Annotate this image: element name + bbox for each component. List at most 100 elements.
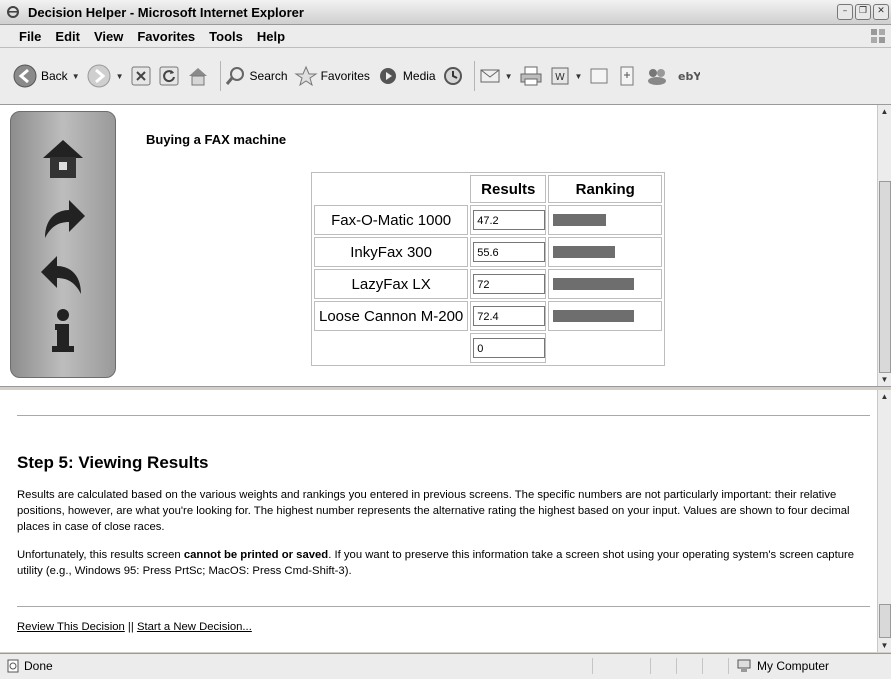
print-button[interactable]: [519, 65, 543, 87]
ranking-bar: [553, 278, 635, 290]
table-row: InkyFax 300 55.6: [314, 237, 663, 267]
empty-header-cell: [314, 175, 468, 203]
forward-arrow-icon: [87, 64, 111, 88]
favorites-label: Favorites: [320, 69, 370, 83]
minimize-button[interactable]: –: [837, 4, 853, 20]
ranking-bar: [553, 246, 616, 258]
alternative-name: InkyFax 300: [314, 237, 469, 267]
menu-bar: File Edit View Favorites Tools Help: [0, 25, 891, 48]
mail-dropdown-icon[interactable]: ▼: [505, 72, 513, 81]
edit-word-button[interactable]: W ▼: [549, 65, 583, 87]
result-field[interactable]: 72.4: [473, 306, 546, 326]
alternative-name: [314, 333, 468, 363]
results-scrollbar[interactable]: ▲ ▼: [877, 105, 891, 386]
menu-favorites[interactable]: Favorites: [130, 29, 202, 44]
status-divider: [728, 658, 729, 674]
stop-button[interactable]: [130, 65, 152, 87]
ranking-cell: [548, 333, 662, 363]
help-links: Review This Decision || Start a New Deci…: [17, 621, 252, 633]
back-dropdown-icon[interactable]: ▼: [72, 72, 80, 81]
new-decision-link[interactable]: Start a New Decision...: [137, 621, 252, 633]
warning-text-bold: cannot be printed or saved: [183, 549, 329, 561]
help-scrollbar[interactable]: ▲ ▼: [877, 390, 891, 652]
toolbar-separator: [219, 61, 221, 91]
scroll-down-icon[interactable]: ▼: [878, 639, 891, 652]
forward-dropdown-icon[interactable]: ▼: [116, 72, 124, 81]
status-divider: [650, 658, 651, 674]
mail-button[interactable]: ▼: [479, 65, 513, 87]
forward-nav-icon[interactable]: [39, 196, 87, 242]
media-button[interactable]: Media: [376, 65, 436, 87]
table-row: LazyFax LX 72: [314, 269, 663, 299]
history-button[interactable]: [442, 65, 464, 87]
back-button[interactable]: Back ▼: [12, 63, 80, 89]
status-divider: [592, 658, 593, 674]
status-text: Done: [24, 659, 53, 673]
window-title: Decision Helper - Microsoft Internet Exp…: [28, 4, 304, 20]
home-nav-icon[interactable]: [39, 136, 87, 182]
divider: [17, 606, 870, 607]
ranking-cell: [548, 205, 663, 235]
forward-button[interactable]: ▼: [86, 63, 124, 89]
status-bar: Done My Computer: [0, 653, 891, 679]
step-title: Step 5: Viewing Results: [17, 453, 209, 472]
ie-logo-icon: [7, 6, 19, 18]
messenger-button[interactable]: [644, 65, 670, 87]
result-cell: 72: [470, 269, 547, 299]
search-label: Search: [249, 69, 288, 83]
home-button[interactable]: [186, 64, 210, 88]
search-button[interactable]: Search: [225, 65, 288, 87]
word-icon: W: [551, 67, 569, 85]
scroll-up-icon[interactable]: ▲: [878, 390, 891, 403]
search-icon: [225, 67, 244, 85]
stop-icon: [131, 66, 151, 86]
status-divider: [702, 658, 703, 674]
computer-icon: [737, 659, 751, 672]
table-row: Loose Cannon M-200 72.4: [314, 301, 663, 331]
scroll-up-icon[interactable]: ▲: [878, 105, 891, 118]
refresh-button[interactable]: [158, 65, 180, 87]
scroll-thumb[interactable]: [879, 181, 891, 373]
ranking-cell: [548, 269, 663, 299]
ranking-cell: [548, 301, 663, 331]
status-done: Done: [6, 659, 53, 673]
menu-view[interactable]: View: [87, 29, 130, 44]
discuss-button[interactable]: [588, 65, 610, 87]
menu-help[interactable]: Help: [250, 29, 292, 44]
title-bar: Decision Helper - Microsoft Internet Exp…: [0, 0, 891, 25]
close-button[interactable]: ✕: [873, 4, 889, 20]
result-field[interactable]: 55.6: [473, 242, 546, 262]
ebay-button[interactable]: ebY: [676, 65, 700, 87]
result-field[interactable]: 0: [473, 338, 546, 358]
discuss-icon: [590, 68, 608, 84]
result-field[interactable]: 47.2: [473, 210, 546, 230]
page-heading: Buying a FAX machine: [146, 132, 287, 147]
menu-tools[interactable]: Tools: [202, 29, 250, 44]
info-nav-icon[interactable]: [39, 308, 87, 354]
result-field[interactable]: 72: [473, 274, 546, 294]
scroll-thumb[interactable]: [879, 604, 891, 638]
media-icon: [379, 68, 396, 84]
ranking-header: Ranking: [548, 175, 663, 203]
restore-button[interactable]: ❐: [855, 4, 871, 20]
edit-dropdown-icon[interactable]: ▼: [575, 72, 583, 81]
menu-edit[interactable]: Edit: [48, 29, 87, 44]
menu-file[interactable]: File: [12, 29, 48, 44]
back-arrow-icon: [13, 64, 37, 88]
results-header: Results: [470, 175, 547, 203]
table-header-row: Results Ranking: [314, 175, 663, 203]
favorites-button[interactable]: Favorites: [293, 65, 370, 87]
messenger-icon: [648, 69, 667, 85]
help-paragraph-warning: Unfortunately, this results screen canno…: [17, 547, 872, 579]
review-decision-link[interactable]: Review This Decision: [17, 621, 125, 633]
back-nav-icon[interactable]: [39, 252, 87, 298]
research-button[interactable]: [616, 65, 638, 87]
ranking-bar: [553, 310, 635, 322]
table-row: 0: [314, 333, 662, 363]
scroll-down-icon[interactable]: ▼: [878, 373, 891, 386]
alternative-name: Fax-O-Matic 1000: [314, 205, 469, 235]
help-frame: Step 5: Viewing Results Results are calc…: [0, 390, 878, 652]
warning-text-before: Unfortunately, this results screen: [17, 549, 184, 561]
svg-text:W: W: [555, 72, 565, 83]
table-row: Fax-O-Matic 1000 47.2: [314, 205, 663, 235]
